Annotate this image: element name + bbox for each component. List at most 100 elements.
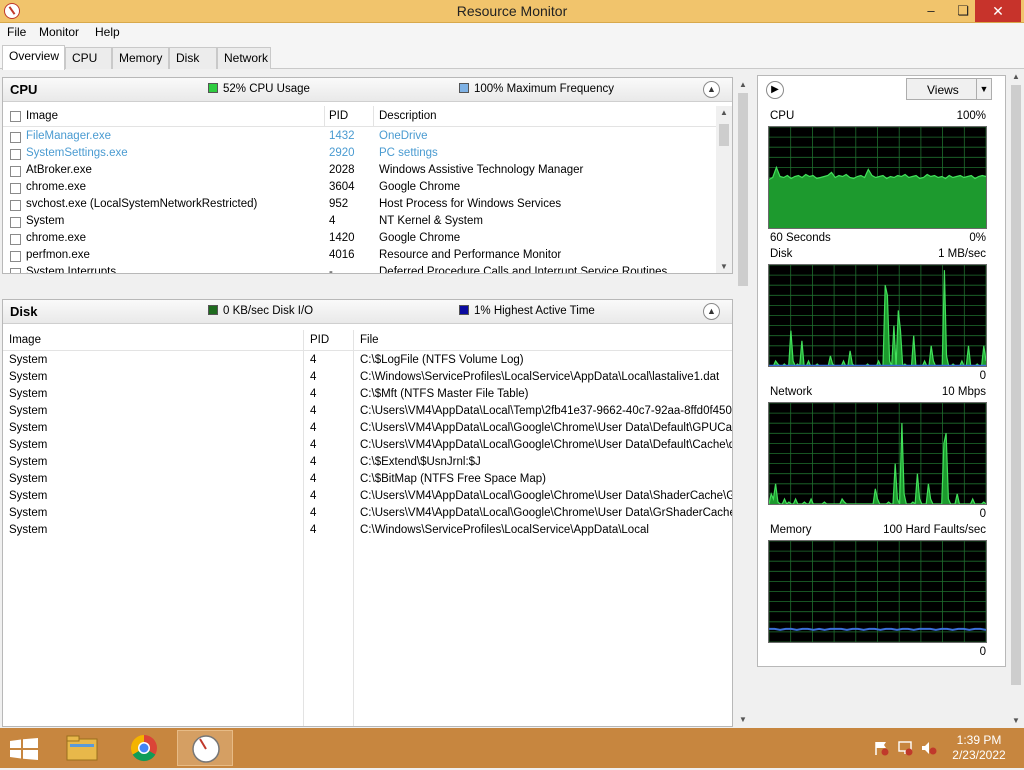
- table-row[interactable]: System 4 C:\$LogFile (NTFS Volume Log): [3, 353, 732, 370]
- table-row[interactable]: System 4 C:\$BitMap (NTFS Free Space Map): [3, 472, 732, 489]
- network-icon[interactable]: [897, 740, 913, 756]
- disk-pid: 4: [310, 507, 317, 519]
- row-checkbox[interactable]: [10, 268, 21, 273]
- menu-file[interactable]: File: [7, 25, 26, 39]
- scroll-thumb[interactable]: [719, 124, 729, 146]
- cpu-col-image[interactable]: Image: [26, 110, 58, 122]
- table-row[interactable]: svchost.exe (LocalSystemNetworkRestricte…: [3, 197, 716, 214]
- outer-scroll-down-icon[interactable]: ▼: [1008, 716, 1024, 725]
- table-row[interactable]: System 4 C:\Windows\ServiceProfiles\LocalS…: [3, 523, 732, 540]
- menu-monitor[interactable]: Monitor: [39, 25, 79, 39]
- row-checkbox[interactable]: [10, 200, 21, 211]
- close-button[interactable]: ✕: [975, 0, 1021, 22]
- tab-memory[interactable]: Memory: [112, 47, 169, 69]
- table-row[interactable]: AtBroker.exe 2028 Windows Assistive Techno…: [3, 163, 716, 180]
- cpu-usage-text: 52% CPU Usage: [223, 83, 310, 95]
- table-row[interactable]: System 4 C:\$Mft (NTFS Master File Table): [3, 387, 732, 404]
- cpu-panel-header[interactable]: CPU 52% CPU Usage 100% Maximum Frequency…: [3, 78, 732, 102]
- collapse-disk-button[interactable]: ▲: [703, 303, 720, 320]
- main-scroll-down-icon[interactable]: ▼: [735, 715, 751, 724]
- disk-file: C:\Users\VM4\AppData\Local\Temp\2fb41e37…: [360, 405, 732, 417]
- table-row[interactable]: System 4 C:\Users\VM4\AppData\Local\Google…: [3, 421, 732, 438]
- table-row[interactable]: System 4 NT Kernel & System: [3, 214, 716, 231]
- outer-scrollbar[interactable]: ▲ ▼: [1008, 69, 1024, 728]
- row-checkbox[interactable]: [10, 149, 21, 160]
- disk-column-header: Image PID File: [3, 330, 732, 351]
- process-pid: 1420: [329, 232, 355, 244]
- main-scroll-up-icon[interactable]: ▲: [735, 80, 751, 89]
- cpu-col-pid[interactable]: PID: [329, 110, 348, 122]
- cpu-col-description[interactable]: Description: [379, 110, 437, 122]
- disk-image: System: [9, 422, 48, 434]
- disk-col-file[interactable]: File: [360, 334, 379, 346]
- row-checkbox[interactable]: [10, 234, 21, 245]
- row-checkbox[interactable]: [10, 166, 21, 177]
- network-graph: [768, 402, 987, 505]
- table-row[interactable]: System 4 C:\Users\VM4\AppData\Local\Google…: [3, 489, 732, 506]
- tab-network[interactable]: Network: [217, 47, 271, 69]
- row-checkbox[interactable]: [10, 132, 21, 143]
- disk-pid: 4: [310, 473, 317, 485]
- process-description: NT Kernel & System: [379, 215, 483, 227]
- disk-col-pid[interactable]: PID: [310, 334, 329, 346]
- disk-graph: [768, 264, 987, 367]
- collapse-graph-pane-icon[interactable]: ▶: [766, 81, 784, 99]
- main-scrollbar[interactable]: ▲ ▼: [735, 77, 751, 727]
- tab-overview[interactable]: Overview: [2, 45, 65, 70]
- cpu-frequency-text: 100% Maximum Frequency: [474, 83, 614, 95]
- table-row[interactable]: System 4 C:\$Extend\$UsnJrnl:$J: [3, 455, 732, 472]
- table-row[interactable]: System 4 C:\Windows\ServiceProfiles\LocalS…: [3, 370, 732, 387]
- row-checkbox[interactable]: [10, 217, 21, 228]
- disk-pid: 4: [310, 422, 317, 434]
- process-image: chrome.exe: [26, 232, 87, 244]
- table-row[interactable]: System Interrupts - Deferred Procedure Cal…: [3, 265, 716, 273]
- disk-pid: 4: [310, 439, 317, 451]
- views-label: Views: [927, 83, 959, 97]
- collapse-cpu-button[interactable]: ▲: [703, 81, 720, 98]
- disk-panel-header[interactable]: Disk 0 KB/sec Disk I/O 1% Highest Active…: [3, 300, 732, 324]
- table-row[interactable]: FileManager.exe 1432 OneDrive: [3, 129, 716, 146]
- file-explorer-taskbar-button[interactable]: [54, 730, 110, 766]
- chrome-taskbar-button[interactable]: [116, 730, 172, 766]
- table-row[interactable]: System 4 C:\Users\VM4\AppData\Local\Google…: [3, 506, 732, 523]
- disk-file: C:\Windows\ServiceProfiles\LocalService\…: [360, 371, 720, 383]
- tab-cpu[interactable]: CPU: [65, 47, 112, 69]
- process-description: Resource and Performance Monitor: [379, 249, 562, 261]
- table-row[interactable]: chrome.exe 1420 Google Chrome: [3, 231, 716, 248]
- memory-graph-min: 0: [979, 646, 986, 658]
- row-checkbox[interactable]: [10, 251, 21, 262]
- scroll-down-icon[interactable]: ▼: [716, 262, 732, 271]
- outer-scroll-up-icon[interactable]: ▲: [1008, 72, 1024, 81]
- main-scroll-thumb[interactable]: [738, 93, 748, 286]
- process-pid: 2028: [329, 164, 355, 176]
- table-row[interactable]: SystemSettings.exe 2920 PC settings: [3, 146, 716, 163]
- views-dropdown[interactable]: Views ▼: [906, 78, 992, 100]
- scroll-up-icon[interactable]: ▲: [716, 108, 732, 117]
- cpu-scrollbar[interactable]: ▲ ▼: [716, 106, 732, 273]
- select-all-checkbox[interactable]: [10, 111, 21, 122]
- tab-disk[interactable]: Disk: [169, 47, 217, 69]
- row-checkbox[interactable]: [10, 183, 21, 194]
- maximize-button[interactable]: ❏: [948, 0, 978, 22]
- cpu-frequency-swatch: [459, 83, 469, 93]
- disk-file: C:\Users\VM4\AppData\Local\Google\Chrome…: [360, 490, 732, 502]
- table-row[interactable]: chrome.exe 3604 Google Chrome: [3, 180, 716, 197]
- process-pid: 4016: [329, 249, 355, 261]
- resource-monitor-taskbar-button[interactable]: [177, 730, 233, 766]
- minimize-button[interactable]: ‒: [916, 0, 946, 22]
- table-row[interactable]: System 4 C:\Users\VM4\AppData\Local\Temp\2…: [3, 404, 732, 421]
- views-dropdown-arrow-icon[interactable]: ▼: [976, 79, 991, 99]
- outer-scroll-thumb[interactable]: [1011, 85, 1021, 685]
- action-center-flag-icon[interactable]: [873, 740, 889, 756]
- start-windows-icon[interactable]: [10, 738, 38, 760]
- menu-help[interactable]: Help: [95, 25, 120, 39]
- disk-col-image[interactable]: Image: [9, 334, 41, 346]
- table-row[interactable]: System 4 C:\Users\VM4\AppData\Local\Google…: [3, 438, 732, 455]
- process-image: svchost.exe (LocalSystemNetworkRestricte…: [26, 198, 258, 210]
- volume-muted-icon[interactable]: [921, 740, 937, 756]
- cpu-usage-swatch: [208, 83, 218, 93]
- table-row[interactable]: perfmon.exe 4016 Resource and Performance …: [3, 248, 716, 265]
- process-pid: 4: [329, 215, 336, 227]
- system-clock[interactable]: 1:39 PM 2/23/2022: [944, 733, 1014, 763]
- disk-graph-min: 0: [979, 370, 986, 382]
